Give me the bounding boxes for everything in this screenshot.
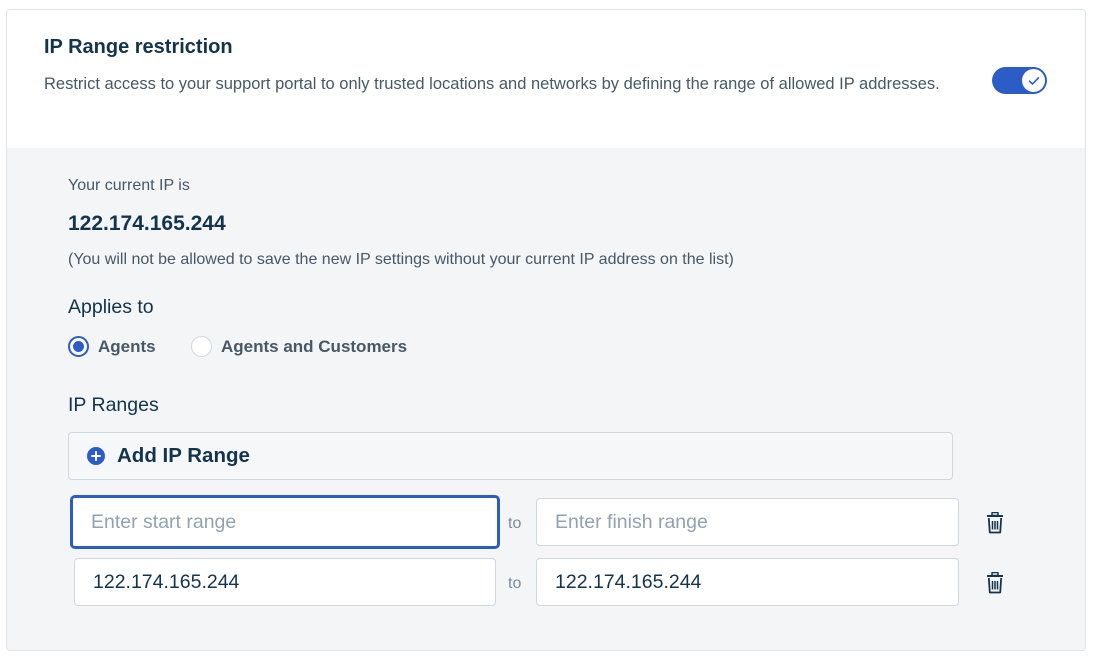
ip-restriction-toggle[interactable] bbox=[992, 67, 1047, 94]
range-separator: to bbox=[508, 515, 522, 532]
toggle-knob bbox=[1022, 69, 1045, 92]
current-ip-label: Your current IP is bbox=[68, 177, 190, 194]
delete-range-button[interactable] bbox=[983, 570, 1007, 596]
add-ip-range-button[interactable]: Add IP Range bbox=[68, 432, 953, 480]
radio-agents-label: Agents bbox=[98, 336, 156, 356]
radio-agents-and-customers[interactable]: Agents and Customers bbox=[191, 336, 407, 357]
card-description: Restrict access to your support portal t… bbox=[44, 75, 940, 93]
trash-icon bbox=[987, 572, 1003, 594]
plus-circle-icon bbox=[87, 447, 105, 465]
radio-agents-circle[interactable] bbox=[68, 336, 89, 357]
card-body: Your current IP is 122.174.165.244 (You … bbox=[7, 148, 1085, 650]
start-range-input[interactable] bbox=[74, 558, 496, 606]
trash-icon bbox=[987, 512, 1003, 534]
card-title: IP Range restriction bbox=[44, 36, 233, 58]
ip-range-restriction-card: IP Range restriction Restrict access to … bbox=[6, 9, 1086, 651]
applies-to-label: Applies to bbox=[68, 296, 154, 318]
check-icon bbox=[1028, 76, 1039, 85]
finish-range-input[interactable] bbox=[536, 498, 959, 546]
add-ip-range-label: Add IP Range bbox=[117, 444, 250, 467]
card-header: IP Range restriction Restrict access to … bbox=[7, 10, 1085, 148]
radio-agents-and-customers-circle[interactable] bbox=[191, 336, 212, 357]
start-range-input[interactable] bbox=[71, 496, 499, 548]
radio-agents[interactable]: Agents bbox=[68, 336, 156, 357]
range-separator: to bbox=[508, 575, 522, 592]
current-ip-value: 122.174.165.244 bbox=[68, 212, 226, 235]
delete-range-button[interactable] bbox=[983, 510, 1007, 536]
finish-range-input[interactable] bbox=[536, 558, 959, 606]
radio-agents-and-customers-label: Agents and Customers bbox=[221, 336, 408, 356]
current-ip-note: (You will not be allowed to save the new… bbox=[68, 251, 734, 268]
ip-ranges-label: IP Ranges bbox=[68, 394, 159, 416]
